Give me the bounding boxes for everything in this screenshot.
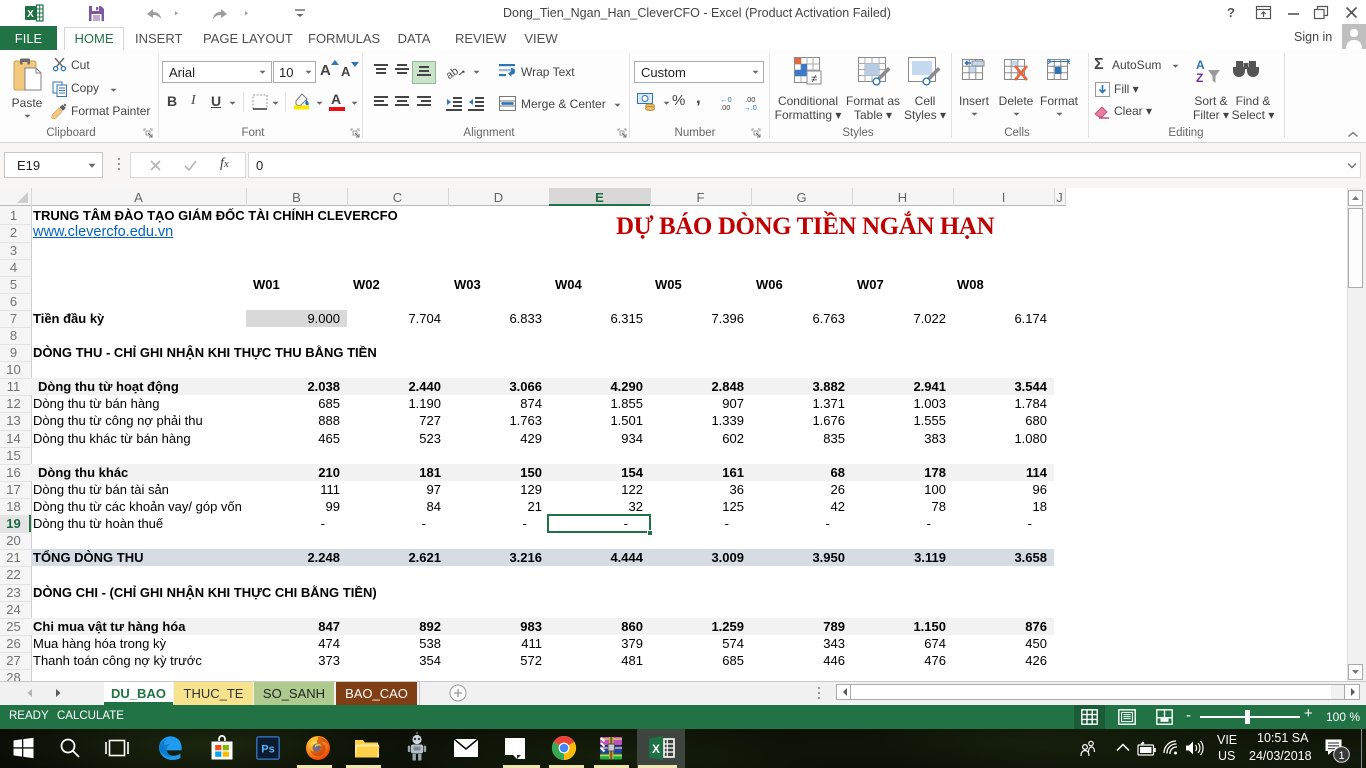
svg-text:X: X bbox=[27, 9, 34, 20]
svg-text:→.0: →.0 bbox=[743, 103, 757, 112]
svg-text:Z: Z bbox=[1196, 71, 1203, 85]
svg-text:A: A bbox=[1196, 58, 1205, 72]
svg-text:ab: ab bbox=[444, 65, 461, 82]
svg-text:Ps: Ps bbox=[261, 744, 274, 756]
svg-text:X: X bbox=[652, 742, 660, 756]
svg-text:.00: .00 bbox=[720, 103, 730, 112]
svg-text:≠: ≠ bbox=[811, 73, 817, 85]
svg-text:1: 1 bbox=[1338, 750, 1344, 762]
